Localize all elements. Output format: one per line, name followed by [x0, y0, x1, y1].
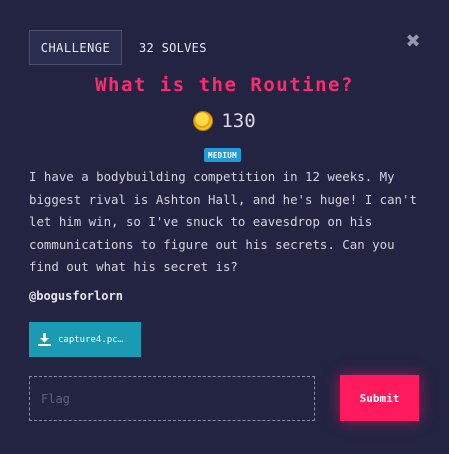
points-display: 130: [0, 110, 449, 132]
close-icon[interactable]: ✖: [404, 33, 422, 51]
download-file-button[interactable]: capture4.pc…: [29, 322, 141, 357]
file-name: capture4.pc…: [58, 334, 124, 345]
tab-challenge[interactable]: CHALLENGE: [29, 30, 122, 65]
challenge-title: What is the Routine?: [95, 74, 354, 96]
challenge-description: I have a bodybuilding competition in 12 …: [29, 169, 417, 274]
download-icon: [38, 333, 51, 346]
submit-button[interactable]: Submit: [340, 375, 419, 421]
challenge-author: @bogusforlorn: [29, 289, 123, 303]
difficulty-badge: MEDIUM: [204, 148, 241, 162]
flag-input[interactable]: [29, 376, 315, 421]
points-value: 130: [221, 110, 256, 132]
coin-icon: [193, 111, 214, 131]
tab-solves[interactable]: 32 SOLVES: [139, 41, 207, 55]
challenge-tabs: CHALLENGE 32 SOLVES: [29, 29, 207, 66]
